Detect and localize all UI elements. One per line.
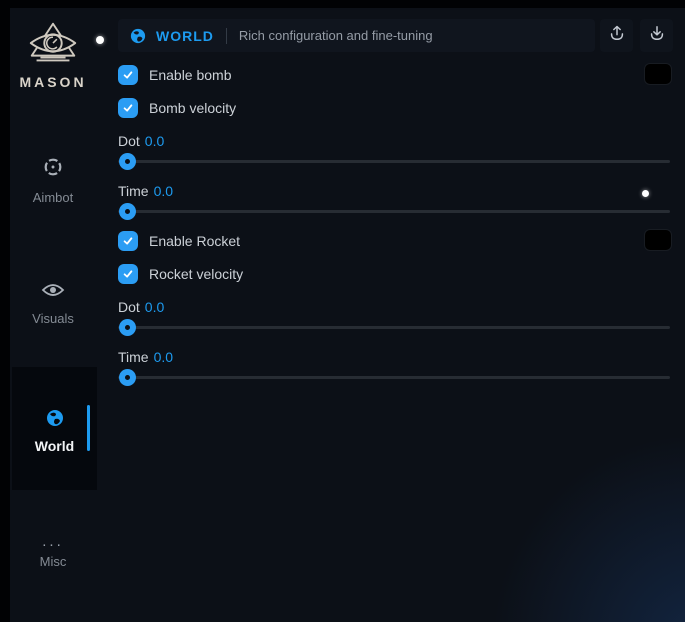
enable-rocket-label: Enable Rocket xyxy=(149,233,240,249)
rocket-velocity-label: Rocket velocity xyxy=(149,266,243,282)
slider-handle[interactable] xyxy=(119,319,136,336)
app-window: MASON Aimbot Visuals xyxy=(10,8,685,622)
header-divider xyxy=(226,28,227,44)
slider-name: Dot xyxy=(118,133,140,149)
bomb-time-slider[interactable] xyxy=(118,203,670,220)
enable-bomb-label: Enable bomb xyxy=(149,67,232,83)
sidebar-item-label: World xyxy=(12,438,97,454)
slider-handle[interactable] xyxy=(119,369,136,386)
rocket-color-swatch[interactable] xyxy=(645,230,671,250)
slider-value: 0.0 xyxy=(154,183,173,199)
sidebar-item-world[interactable]: World xyxy=(12,367,97,490)
cursor-dot xyxy=(96,36,104,44)
bomb-velocity-checkbox[interactable] xyxy=(118,98,138,118)
bomb-velocity-row: Bomb velocity xyxy=(118,98,236,118)
content-panel: WORLD Rich configuration and fine-tuning xyxy=(118,8,678,622)
app-logo: MASON xyxy=(10,20,96,90)
rocket-velocity-checkbox[interactable] xyxy=(118,264,138,284)
download-icon xyxy=(647,23,667,48)
crosshair-icon xyxy=(10,156,96,183)
slider-track[interactable] xyxy=(118,160,670,163)
bomb-dot-slider[interactable] xyxy=(118,153,670,170)
rocket-dot-slider[interactable] xyxy=(118,319,670,336)
enable-rocket-checkbox[interactable] xyxy=(118,231,138,251)
bomb-dot-slider-label: Dot 0.0 xyxy=(118,133,164,149)
active-indicator-bar xyxy=(87,405,90,451)
slider-handle[interactable] xyxy=(119,153,136,170)
upload-icon xyxy=(607,23,627,48)
page-subtitle: Rich configuration and fine-tuning xyxy=(239,28,433,43)
slider-handle[interactable] xyxy=(119,203,136,220)
rocket-velocity-row: Rocket velocity xyxy=(118,264,243,284)
globe-icon xyxy=(130,28,146,44)
slider-value: 0.0 xyxy=(145,299,164,315)
enable-bomb-row: Enable bomb xyxy=(118,65,232,85)
slider-value: 0.0 xyxy=(154,349,173,365)
slider-track[interactable] xyxy=(118,326,670,329)
bomb-time-slider-label: Time 0.0 xyxy=(118,183,173,199)
slider-name: Time xyxy=(118,349,149,365)
upload-config-button[interactable] xyxy=(600,19,633,52)
page-title: WORLD xyxy=(156,28,214,44)
sidebar-item-label: Aimbot xyxy=(10,190,96,205)
slider-name: Time xyxy=(118,183,149,199)
eye-icon xyxy=(10,281,96,304)
page-header: WORLD Rich configuration and fine-tuning xyxy=(118,19,595,52)
slider-name: Dot xyxy=(118,299,140,315)
slider-track[interactable] xyxy=(118,210,670,213)
cursor-dot xyxy=(642,190,649,197)
enable-rocket-row: Enable Rocket xyxy=(118,231,240,251)
brand-name: MASON xyxy=(10,74,96,90)
sidebar-item-visuals[interactable]: Visuals xyxy=(10,281,96,326)
bomb-color-swatch[interactable] xyxy=(645,64,671,84)
bomb-velocity-label: Bomb velocity xyxy=(149,100,236,116)
sidebar-item-label: Visuals xyxy=(10,311,96,326)
slider-value: 0.0 xyxy=(145,133,164,149)
rocket-dot-slider-label: Dot 0.0 xyxy=(118,299,164,315)
download-config-button[interactable] xyxy=(640,19,673,52)
rocket-time-slider-label: Time 0.0 xyxy=(118,349,173,365)
sidebar: MASON Aimbot Visuals xyxy=(10,8,106,622)
sidebar-item-aimbot[interactable]: Aimbot xyxy=(10,156,96,205)
masonic-eye-logo-icon xyxy=(10,20,96,70)
enable-bomb-checkbox[interactable] xyxy=(118,65,138,85)
sidebar-item-misc[interactable]: ... Misc xyxy=(10,538,96,569)
ellipsis-icon: ... xyxy=(10,538,96,546)
slider-track[interactable] xyxy=(118,376,670,379)
sidebar-item-label: Misc xyxy=(10,554,96,569)
globe-icon xyxy=(46,409,64,432)
rocket-time-slider[interactable] xyxy=(118,369,670,386)
